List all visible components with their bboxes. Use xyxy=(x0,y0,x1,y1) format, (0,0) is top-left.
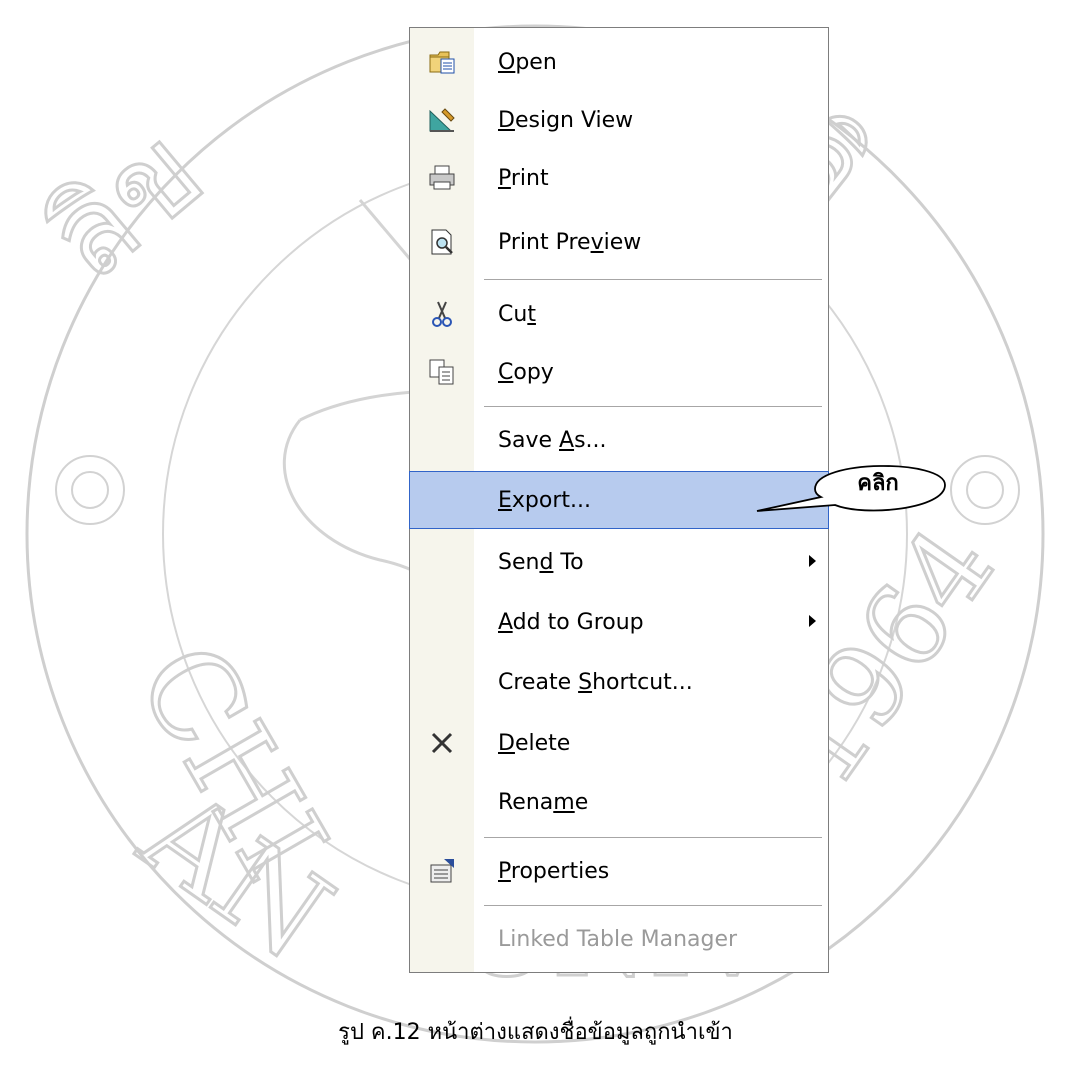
menu-item-label: Properties xyxy=(498,858,610,884)
printer-icon xyxy=(410,150,474,206)
menu-item-label: Create Shortcut... xyxy=(498,669,693,695)
menu-item-label: Save As... xyxy=(498,427,607,453)
menu-item-label: Print xyxy=(498,165,549,191)
menu-item-print-preview[interactable]: Print Preview xyxy=(410,214,828,270)
menu-item-copy[interactable]: Copy xyxy=(410,344,828,400)
scissors-icon xyxy=(410,286,474,342)
menu-item-label: Copy xyxy=(498,359,554,385)
menu-separator xyxy=(484,406,822,407)
menu-item-cut[interactable]: Cut xyxy=(410,286,828,342)
menu-item-label: Delete xyxy=(498,730,571,756)
menu-item-delete[interactable]: Delete xyxy=(410,715,828,771)
menu-item-rename[interactable]: Rename xyxy=(410,774,828,830)
callout-text: คลิก xyxy=(857,471,899,496)
menu-item-send-to[interactable]: Send To xyxy=(410,534,828,590)
menu-item-add-to-group[interactable]: Add to Group xyxy=(410,594,828,650)
menu-item-label: Open xyxy=(498,49,557,75)
open-form-icon xyxy=(410,34,474,90)
menu-item-open[interactable]: Open xyxy=(410,34,828,90)
svg-text:CHI: CHI xyxy=(110,622,352,903)
design-view-icon xyxy=(410,92,474,148)
menu-separator xyxy=(484,905,822,906)
menu-item-linked-table-manager: Linked Table Manager xyxy=(410,911,828,967)
menu-item-design-view[interactable]: Design View xyxy=(410,92,828,148)
menu-separator xyxy=(484,279,822,280)
figure-caption: รูป ค.12 หน้าต่างแสดงชื่อข้อมูลถูกนำเข้า xyxy=(338,1020,733,1045)
svg-text:ลิข: ลิข xyxy=(21,102,230,308)
copy-icon xyxy=(410,344,474,400)
menu-item-properties[interactable]: Properties xyxy=(410,843,828,899)
print-preview-icon xyxy=(410,214,474,270)
menu-item-label: Design View xyxy=(498,107,634,133)
menu-item-print[interactable]: Print xyxy=(410,150,828,206)
delete-x-icon xyxy=(410,715,474,771)
svg-text:AN: AN xyxy=(117,763,355,987)
menu-item-label: Add to Group xyxy=(498,609,644,635)
menu-item-label: Cut xyxy=(498,301,536,327)
properties-icon xyxy=(410,843,474,899)
menu-item-label: Export... xyxy=(498,487,592,513)
submenu-arrow-icon xyxy=(809,615,816,627)
menu-item-label: Linked Table Manager xyxy=(498,926,738,952)
menu-item-label: Rename xyxy=(498,789,589,815)
menu-item-label: Print Preview xyxy=(498,229,642,255)
menu-separator xyxy=(484,837,822,838)
submenu-arrow-icon xyxy=(809,555,816,567)
menu-item-label: Send To xyxy=(498,549,584,575)
menu-item-create-shortcut[interactable]: Create Shortcut... xyxy=(410,654,828,710)
